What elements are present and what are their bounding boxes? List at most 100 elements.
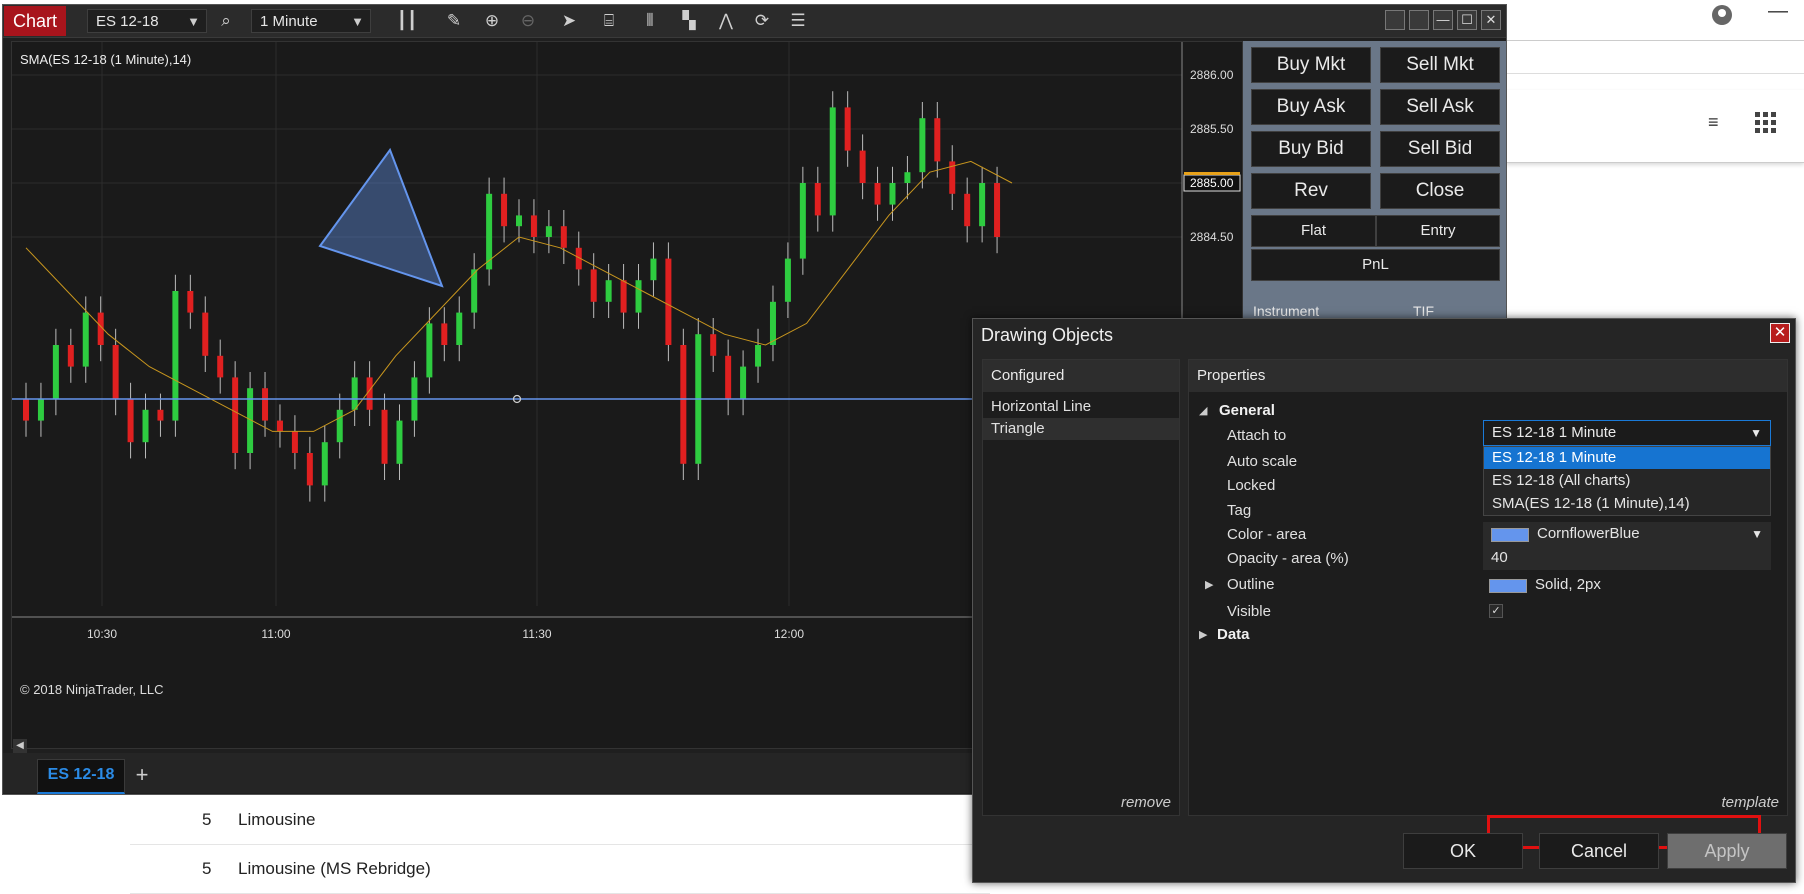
indicator-label: SMA(ES 12-18 (1 Minute),14)	[20, 52, 192, 67]
opacity-area-label: Opacity - area (%)	[1227, 550, 1349, 567]
list-icon[interactable]: ☰	[787, 10, 809, 32]
candle-body	[605, 280, 612, 302]
row-label: Limousine (MS Rebridge)	[238, 859, 431, 878]
properties-icon[interactable]: ⫴	[639, 10, 661, 32]
candle-body	[979, 183, 986, 227]
minimize-button[interactable]: —	[1433, 10, 1453, 30]
candle-body	[859, 150, 866, 183]
buy-mkt-button[interactable]: Buy Mkt	[1251, 47, 1371, 83]
browser-minimize-icon[interactable]: —	[1768, 0, 1792, 26]
link-window-icon[interactable]	[1409, 10, 1429, 30]
candle-body	[306, 453, 313, 486]
expand-triangle-icon[interactable]: ▶	[1199, 628, 1207, 641]
candle-body	[82, 312, 89, 367]
search-icon[interactable]: ⌕	[215, 10, 237, 32]
candle-body	[217, 355, 224, 378]
candle-body	[172, 291, 179, 421]
visible-checkbox[interactable]: ✓	[1489, 604, 1503, 618]
x-tick-label: 11:30	[522, 627, 551, 641]
instrument-selector[interactable]: ES 12-18 ▼	[87, 9, 207, 33]
attach-option-sma[interactable]: SMA(ES 12-18 (1 Minute),14)	[1484, 493, 1770, 515]
ok-button[interactable]: OK	[1403, 833, 1523, 869]
outline-label[interactable]: Outline	[1227, 576, 1275, 593]
drawing-objects-dialog: Drawing Objects ✕ Configured Horizontal …	[972, 318, 1796, 883]
browser-url-bar[interactable]	[1505, 40, 1804, 74]
candle-body	[441, 323, 448, 345]
sell-mkt-button[interactable]: Sell Mkt	[1380, 47, 1500, 83]
configured-item-triangle[interactable]: Triangle	[983, 418, 1179, 440]
bar-type-icon[interactable]: ┃┃	[396, 10, 418, 32]
visible-label: Visible	[1227, 603, 1271, 620]
attach-option-es-1-minute[interactable]: ES 12-18 1 Minute	[1484, 447, 1770, 469]
attach-to-dropdown[interactable]: ES 12-18 1 Minute ▼	[1483, 420, 1771, 446]
expand-triangle-icon[interactable]: ▶	[1205, 578, 1213, 591]
opacity-area-input[interactable]: 40	[1483, 546, 1771, 570]
row-label: Limousine	[238, 810, 316, 829]
chevron-down-icon: ▼	[1751, 527, 1763, 541]
candle-body	[396, 420, 403, 464]
strategies-icon[interactable]: ⋀	[715, 10, 737, 32]
interval-selector[interactable]: 1 Minute ▼	[251, 9, 371, 33]
buy-bid-button[interactable]: Buy Bid	[1251, 131, 1371, 167]
candle-body	[336, 409, 343, 443]
theme-toggle-icon[interactable]	[1385, 10, 1405, 30]
close-button[interactable]: ✕	[1481, 10, 1501, 30]
scroll-left-icon[interactable]: ◀	[13, 739, 27, 753]
flat-button[interactable]: Flat	[1251, 215, 1376, 247]
outline-swatch	[1489, 579, 1527, 593]
close-position-button[interactable]: Close	[1380, 173, 1500, 209]
copyright-text: © 2018 NinjaTrader, LLC	[20, 682, 164, 697]
data-group-label[interactable]: Data	[1217, 626, 1250, 643]
outline-value-row[interactable]: Solid, 2px	[1489, 576, 1777, 600]
candle-body	[187, 291, 194, 313]
pointer-icon[interactable]: ➤	[558, 10, 580, 32]
dialog-title: Drawing Objects	[981, 325, 1114, 345]
row-count: 5	[202, 859, 212, 878]
last-price-label: 2885.00	[1190, 176, 1234, 190]
maximize-button[interactable]: ☐	[1457, 10, 1477, 30]
queue-list-icon[interactable]: ≡	[1708, 112, 1730, 134]
entry-button[interactable]: Entry	[1376, 215, 1500, 247]
list-item: 5 Limousine	[130, 796, 990, 845]
sell-ask-button[interactable]: Sell Ask	[1380, 89, 1500, 125]
zoom-out-icon[interactable]: ⊖	[517, 10, 539, 32]
cancel-button[interactable]: Cancel	[1539, 833, 1659, 869]
instrument-label: Instrument	[1253, 303, 1320, 319]
apps-grid-icon[interactable]	[1755, 112, 1777, 134]
attach-option-all-charts[interactable]: ES 12-18 (All charts)	[1484, 470, 1770, 492]
remove-link[interactable]: remove	[1121, 794, 1171, 811]
data-box-icon[interactable]: ⌸	[598, 10, 620, 32]
color-swatch	[1491, 528, 1529, 542]
properties-pane: Properties ◢ General Attach to ES 12-18 …	[1188, 359, 1788, 816]
tab-es-12-18[interactable]: ES 12-18	[37, 759, 125, 794]
pnl-display[interactable]: PnL	[1251, 249, 1500, 281]
buy-ask-button[interactable]: Buy Ask	[1251, 89, 1371, 125]
apply-button[interactable]: Apply	[1667, 833, 1787, 869]
candle-body	[620, 280, 627, 313]
candle-body	[635, 280, 642, 313]
candle-body	[127, 399, 134, 443]
color-area-dropdown[interactable]: CornflowerBlue ▼	[1483, 522, 1771, 546]
dialog-close-button[interactable]: ✕	[1770, 323, 1790, 343]
candle-body	[650, 258, 657, 281]
candle-body	[755, 345, 762, 367]
templates-icon[interactable]: ▚	[678, 10, 700, 32]
candle-body	[934, 118, 941, 162]
general-group-label[interactable]: General	[1219, 402, 1275, 419]
candle-body	[590, 269, 597, 302]
outline-value: Solid, 2px	[1535, 576, 1601, 593]
row-count: 5	[202, 810, 212, 829]
zoom-in-icon[interactable]: ⊕	[481, 10, 503, 32]
template-link[interactable]: template	[1721, 794, 1779, 811]
reload-icon[interactable]: ⟳	[751, 10, 773, 32]
candle-body	[530, 215, 537, 237]
configured-item-horizontal-line[interactable]: Horizontal Line	[983, 396, 1179, 418]
rev-button[interactable]: Rev	[1251, 173, 1371, 209]
sell-bid-button[interactable]: Sell Bid	[1380, 131, 1500, 167]
collapse-triangle-icon[interactable]: ◢	[1199, 404, 1207, 417]
add-tab-button[interactable]: +	[129, 761, 155, 789]
candle-body	[262, 388, 269, 421]
pencil-icon[interactable]: ✎	[443, 10, 465, 32]
candle-body	[740, 366, 747, 399]
profile-icon[interactable]	[1712, 5, 1732, 25]
